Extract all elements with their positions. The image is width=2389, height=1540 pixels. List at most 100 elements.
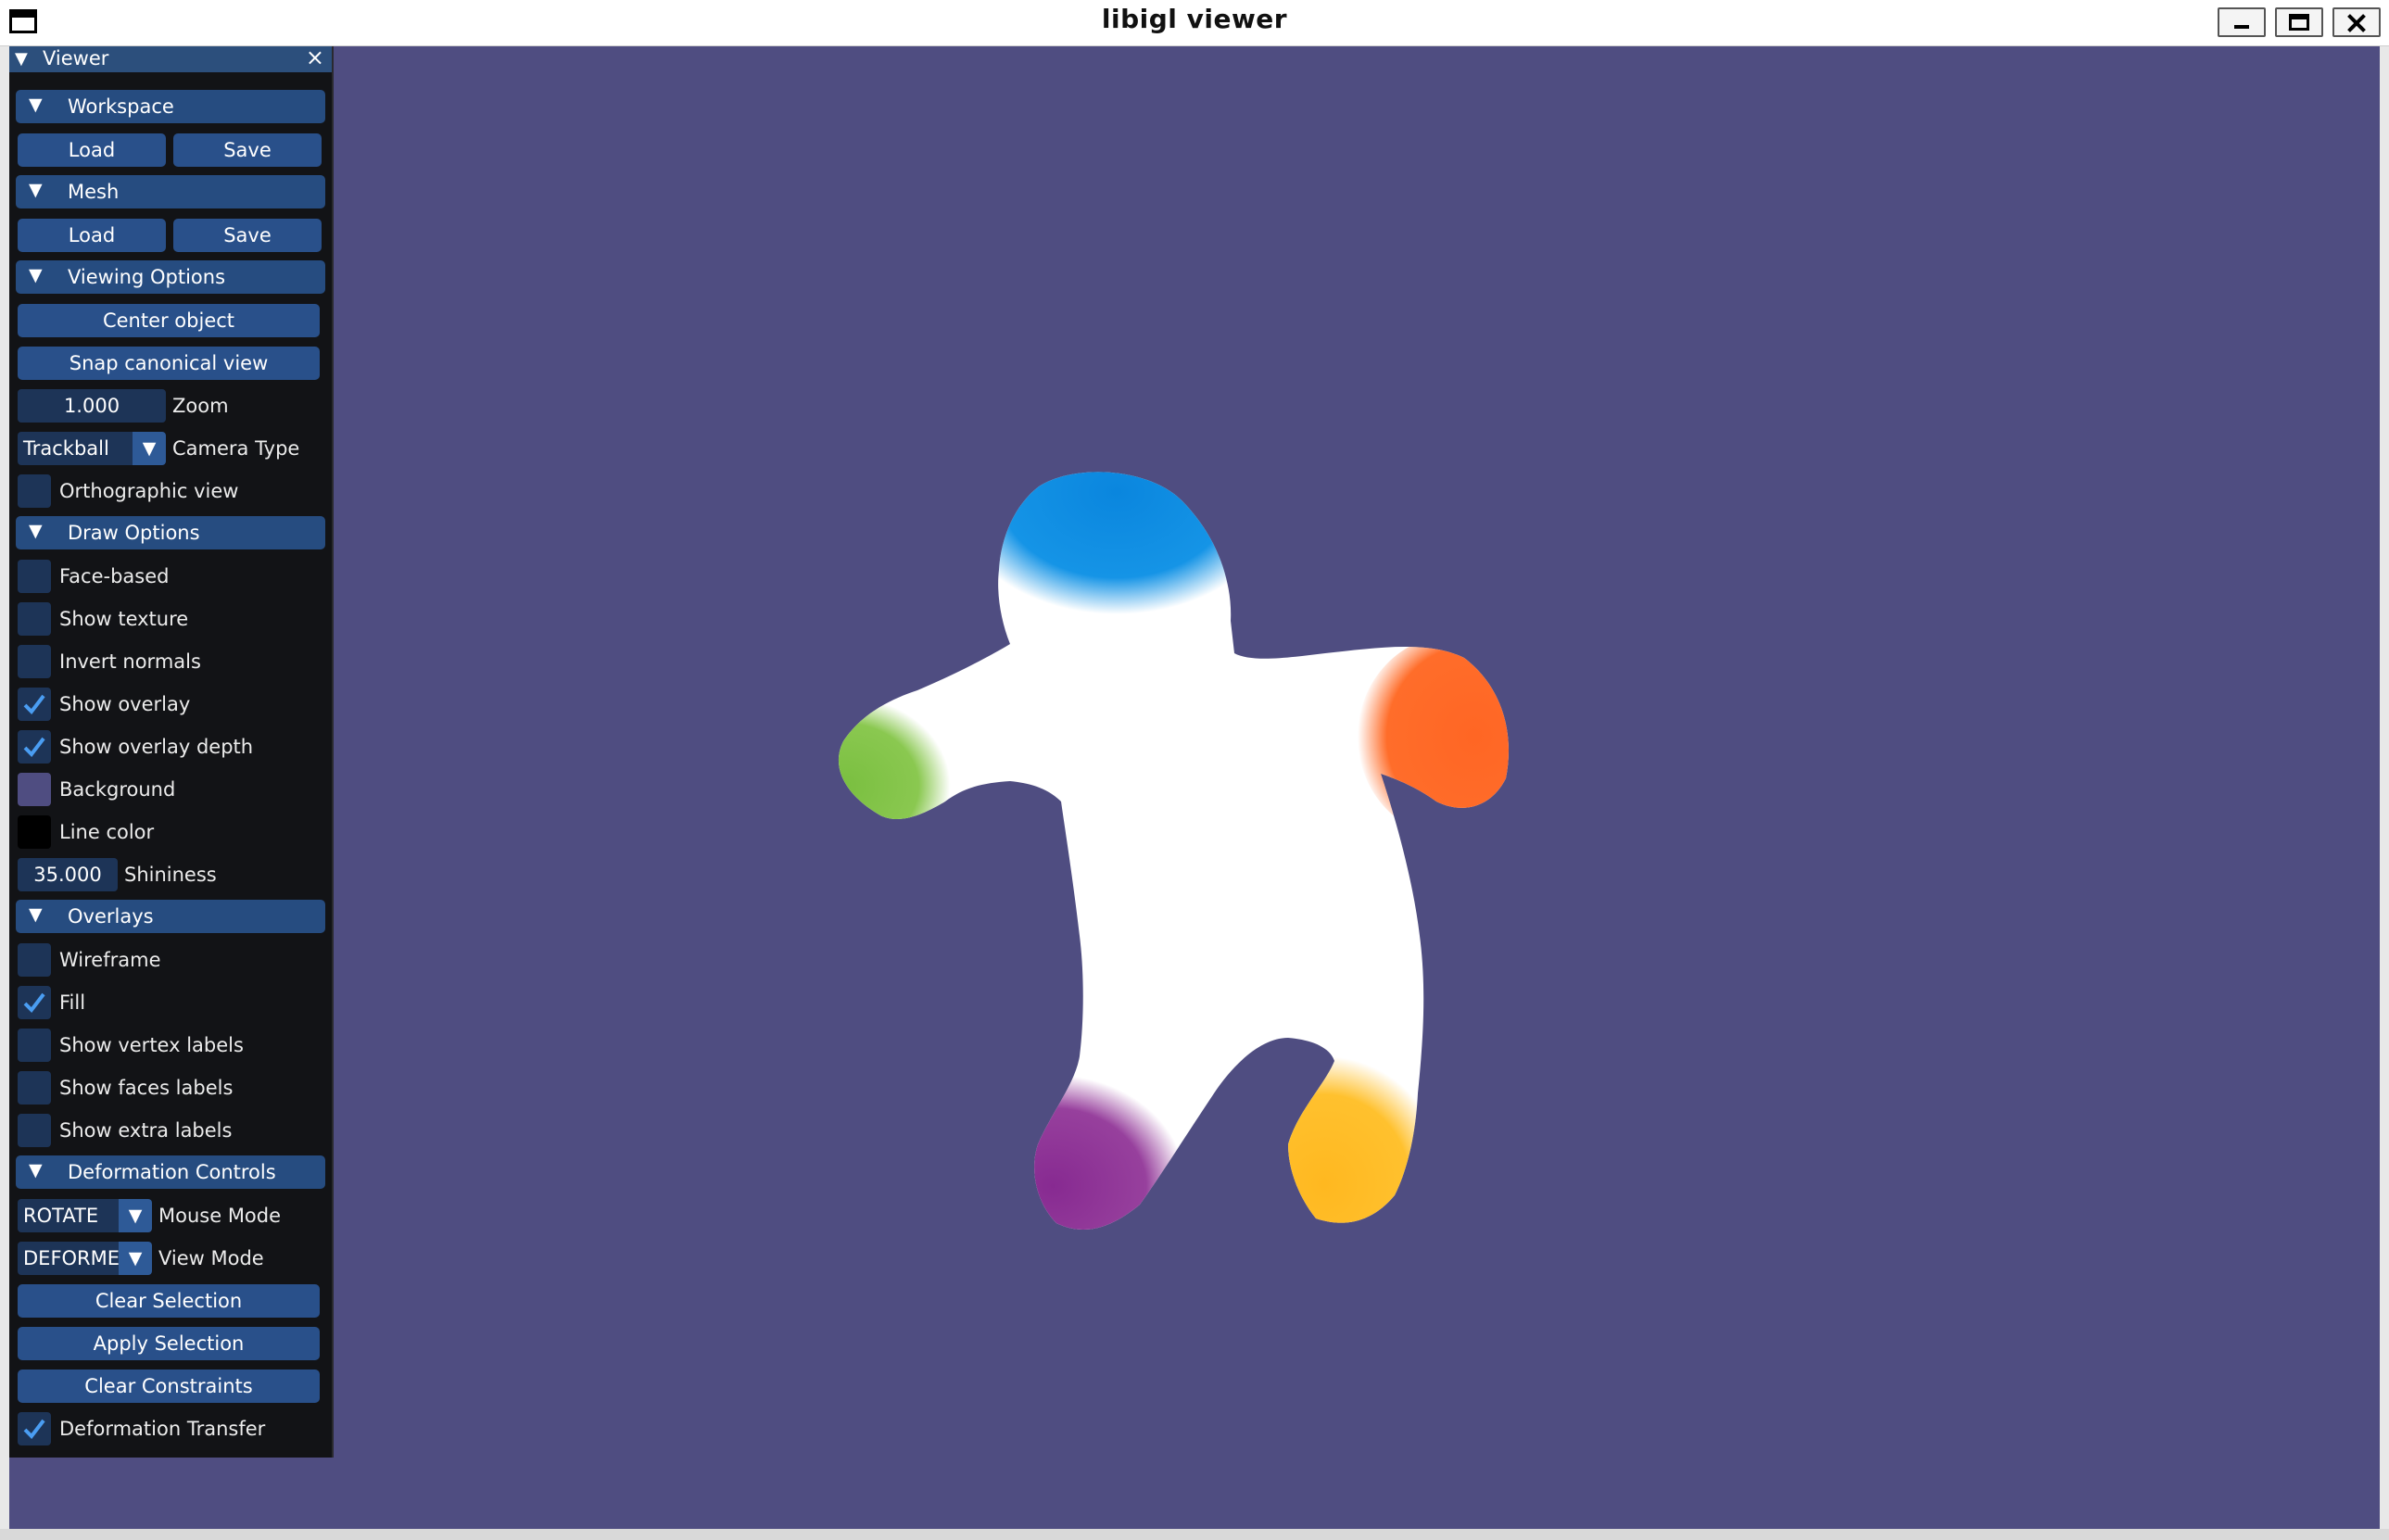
minimize-button[interactable] (2218, 7, 2266, 37)
collapse-arrow-icon[interactable]: ▼ (15, 46, 28, 71)
clear-selection-button[interactable]: Clear Selection (18, 1284, 320, 1318)
background-color-row: Background (9, 768, 332, 811)
show-texture-label: Show texture (59, 608, 189, 630)
orthographic-row: Orthographic view (9, 470, 332, 512)
deformation-controls-header[interactable]: ▼ Deformation Controls (16, 1155, 325, 1189)
window-bottom-border (0, 1529, 2389, 1540)
shininess-input[interactable]: 35.000 (18, 858, 118, 891)
viewing-options-header[interactable]: ▼ Viewing Options (16, 260, 325, 294)
section-deformation-controls: ▼ Deformation Controls (9, 1152, 332, 1194)
show-texture-checkbox[interactable] (18, 602, 51, 636)
camera-type-select[interactable]: Trackball ▼ (18, 432, 166, 465)
show-overlay-depth-row: Show overlay depth (9, 726, 332, 768)
orthographic-label: Orthographic view (59, 480, 239, 502)
mouse-mode-select[interactable]: ROTATE ▼ (18, 1199, 152, 1232)
chevron-down-icon: ▼ (29, 1160, 43, 1180)
panel-title: Viewer (43, 47, 109, 69)
handle-right-foot-yellow (1232, 1056, 1436, 1231)
handle-left-hand-green (838, 704, 959, 852)
workspace-save-button[interactable]: Save (173, 133, 322, 167)
view-mode-label: View Mode (158, 1247, 264, 1269)
camera-type-label: Camera Type (172, 437, 300, 460)
face-based-checkbox[interactable] (18, 560, 51, 593)
mesh-save-button[interactable]: Save (173, 219, 322, 252)
fill-row: Fill (9, 981, 332, 1024)
draw-options-header[interactable]: ▼ Draw Options (16, 516, 325, 549)
dropdown-arrow-icon[interactable]: ▼ (119, 1242, 152, 1275)
invert-normals-checkbox[interactable] (18, 645, 51, 678)
dropdown-arrow-icon[interactable]: ▼ (133, 432, 166, 465)
vertex-labels-row: Show vertex labels (9, 1024, 332, 1067)
invert-normals-label: Invert normals (59, 650, 201, 673)
mouse-mode-label: Mouse Mode (158, 1205, 282, 1227)
faces-labels-checkbox[interactable] (18, 1071, 51, 1105)
section-overlays: ▼ Overlays (9, 896, 332, 939)
face-based-row: Face-based (9, 555, 332, 598)
background-color-swatch[interactable] (18, 773, 51, 806)
deformation-transfer-label: Deformation Transfer (59, 1418, 266, 1440)
extra-labels-label: Show extra labels (59, 1119, 233, 1142)
draw-options-header-label: Draw Options (68, 522, 200, 544)
3d-viewport[interactable] (9, 46, 2380, 1529)
line-color-swatch[interactable] (18, 815, 51, 849)
snap-view-row: Snap canonical view (9, 342, 332, 385)
maximize-button[interactable] (2275, 7, 2323, 37)
vertex-labels-checkbox[interactable] (18, 1029, 51, 1062)
panel-close-icon[interactable]: × (306, 45, 324, 70)
apply-selection-row: Apply Selection (9, 1322, 332, 1365)
armadillo-mesh[interactable] (9, 46, 2380, 1529)
close-window-button[interactable] (2332, 7, 2381, 37)
orthographic-checkbox[interactable] (18, 474, 51, 508)
section-draw-options: ▼ Draw Options (9, 512, 332, 555)
workspace-header-label: Workspace (68, 95, 174, 118)
overlays-header-label: Overlays (68, 905, 154, 928)
snap-canonical-view-button[interactable]: Snap canonical view (18, 347, 320, 380)
dropdown-arrow-icon[interactable]: ▼ (119, 1199, 152, 1232)
deformation-transfer-checkbox[interactable] (18, 1412, 51, 1445)
chevron-down-icon: ▼ (29, 95, 43, 115)
face-based-label: Face-based (59, 565, 170, 587)
apply-selection-button[interactable]: Apply Selection (18, 1327, 320, 1360)
extra-labels-checkbox[interactable] (18, 1114, 51, 1147)
mesh-header[interactable]: ▼ Mesh (16, 175, 325, 208)
window-title: libigl viewer (1101, 4, 1288, 34)
extra-labels-row: Show extra labels (9, 1109, 332, 1152)
mesh-header-label: Mesh (68, 181, 120, 203)
zoom-input[interactable]: 1.000 (18, 389, 166, 423)
invert-normals-row: Invert normals (9, 640, 332, 683)
line-color-row: Line color (9, 811, 332, 853)
viewing-options-header-label: Viewing Options (68, 266, 226, 288)
deformation-transfer-row: Deformation Transfer (9, 1407, 332, 1450)
shininess-label: Shininess (124, 864, 217, 886)
camera-type-row: Trackball ▼ Camera Type (9, 427, 332, 470)
mouse-mode-value: ROTATE (23, 1205, 99, 1227)
show-overlay-checkbox[interactable] (18, 688, 51, 721)
fill-checkbox[interactable] (18, 986, 51, 1019)
wireframe-row: Wireframe (9, 939, 332, 981)
background-label: Background (59, 778, 176, 801)
checkmark-icon (23, 694, 45, 715)
panel-title-bar[interactable]: ▼ Viewer × (9, 45, 332, 72)
view-mode-select[interactable]: DEFORMED ▼ (18, 1242, 152, 1275)
fill-label: Fill (59, 991, 86, 1014)
chevron-down-icon: ▼ (29, 180, 43, 200)
show-overlay-depth-label: Show overlay depth (59, 736, 254, 758)
clear-constraints-button[interactable]: Clear Constraints (18, 1370, 320, 1403)
viewer-panel: ▼ Viewer × ▼ Workspace Load Save ▼ Mesh … (9, 45, 334, 1458)
title-bar: libigl viewer (0, 0, 2389, 46)
show-texture-row: Show texture (9, 598, 332, 640)
handle-right-hand-orange (1358, 635, 1509, 839)
view-mode-row: DEFORMED ▼ View Mode (9, 1237, 332, 1280)
workspace-load-button[interactable]: Load (18, 133, 166, 167)
show-overlay-row: Show overlay (9, 683, 332, 726)
zoom-row: 1.000 Zoom (9, 385, 332, 427)
wireframe-checkbox[interactable] (18, 943, 51, 977)
chevron-down-icon: ▼ (29, 904, 43, 925)
mesh-load-button[interactable]: Load (18, 219, 166, 252)
overlays-header[interactable]: ▼ Overlays (16, 900, 325, 933)
workspace-header[interactable]: ▼ Workspace (16, 90, 325, 123)
checkmark-icon (23, 1419, 45, 1440)
show-overlay-depth-checkbox[interactable] (18, 730, 51, 764)
center-object-button[interactable]: Center object (18, 304, 320, 337)
camera-type-value: Trackball (23, 437, 109, 460)
